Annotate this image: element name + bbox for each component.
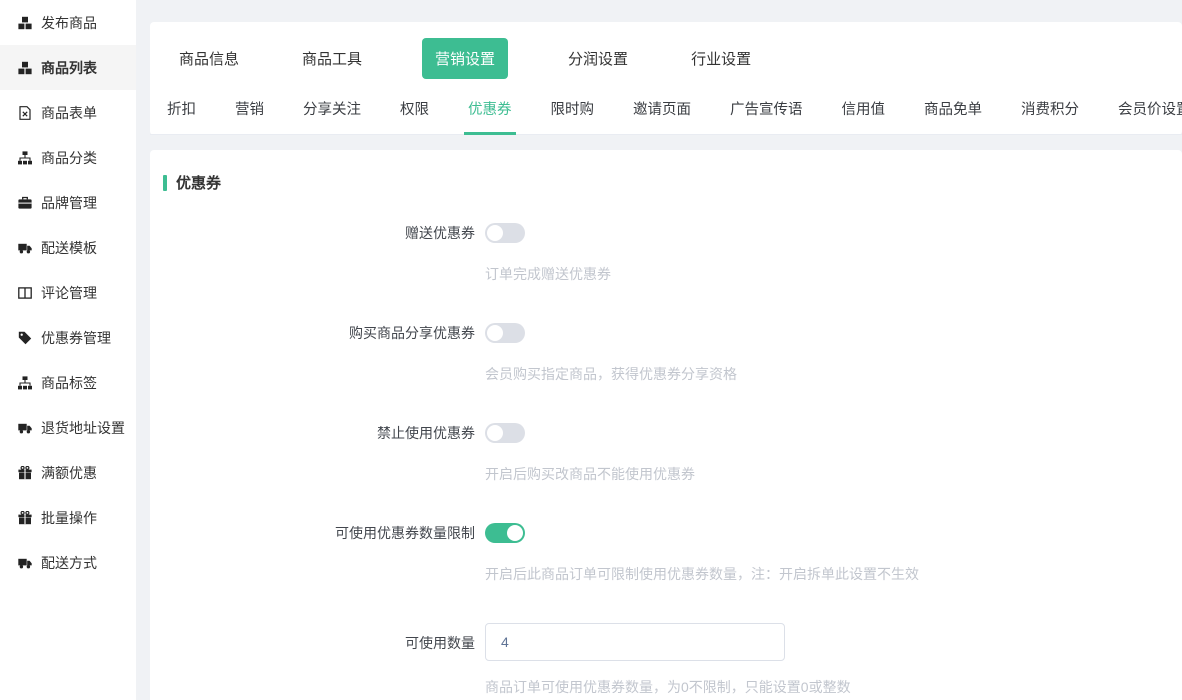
- field-helper-text: 订单完成赠送优惠券: [485, 265, 611, 283]
- subtab-free-order[interactable]: 商品免单: [920, 92, 986, 135]
- form-row-share-coupon: 购买商品分享优惠券 会员购买指定商品，获得优惠券分享资格: [163, 323, 1182, 383]
- subtab-consume-points[interactable]: 消费积分: [1017, 92, 1083, 135]
- field-helper-text: 开启后此商品订单可限制使用优惠券数量，注：开启拆单此设置不生效: [485, 565, 919, 583]
- file-excel-icon: [17, 105, 32, 120]
- form-row-usable-count: 可使用数量 商品订单可使用优惠券数量，为0不限制，只能设置0或整数 注：开启拆单…: [163, 623, 1182, 700]
- subtab-ad-slogan[interactable]: 广告宣传语: [726, 92, 807, 135]
- subtab-flash-sale[interactable]: 限时购: [547, 92, 599, 135]
- sidebar-item-product-list[interactable]: 商品列表: [0, 45, 136, 90]
- sidebar-item-product-category[interactable]: 商品分类: [0, 135, 136, 180]
- sidebar-item-label: 优惠券管理: [41, 328, 111, 348]
- sidebar-item-label: 配送模板: [41, 238, 97, 258]
- cubes-icon: [17, 60, 32, 75]
- tab-profit-settings[interactable]: 分润设置: [565, 48, 631, 69]
- sidebar-item-label: 商品表单: [41, 103, 97, 123]
- sidebar-item-label: 满额优惠: [41, 463, 97, 483]
- sidebar-item-brand-management[interactable]: 品牌管理: [0, 180, 136, 225]
- field-helper-text: 商品订单可使用优惠券数量，为0不限制，只能设置0或整数: [485, 678, 851, 696]
- sidebar: 发布商品 商品列表 商品表单 商品分类 品牌管理 配送模板 评论管理 优惠券管理…: [0, 0, 136, 700]
- sidebar-item-label: 发布商品: [41, 13, 97, 33]
- gift-coupon-toggle[interactable]: [485, 223, 525, 243]
- subtab-permissions[interactable]: 权限: [396, 92, 433, 135]
- field-label: 可使用优惠券数量限制: [163, 523, 475, 583]
- field-helper-text: 会员购买指定商品，获得优惠券分享资格: [485, 365, 737, 383]
- sitemap-icon: [17, 150, 32, 165]
- primary-tab-bar: 商品信息 商品工具 营销设置 分润设置 行业设置: [150, 38, 1182, 79]
- truck-icon: [17, 240, 32, 255]
- sidebar-item-label: 商品列表: [41, 58, 97, 78]
- gift-icon: [17, 465, 32, 480]
- tab-marketing-settings[interactable]: 营销设置: [422, 38, 508, 79]
- sidebar-item-shipping-method[interactable]: 配送方式: [0, 540, 136, 585]
- truck-icon: [17, 420, 32, 435]
- tab-product-info[interactable]: 商品信息: [176, 48, 242, 69]
- toggle-knob: [507, 525, 523, 541]
- sidebar-item-label: 评论管理: [41, 283, 97, 303]
- field-helper-text: 开启后购买改商品不能使用优惠券: [485, 465, 695, 483]
- subtab-marketing[interactable]: 营销: [231, 92, 268, 135]
- sidebar-item-label: 退货地址设置: [41, 418, 125, 438]
- sidebar-item-batch-operations[interactable]: 批量操作: [0, 495, 136, 540]
- sidebar-item-review-management[interactable]: 评论管理: [0, 270, 136, 315]
- tabs-card: 商品信息 商品工具 营销设置 分润设置 行业设置 折扣 营销 分享关注 权限 优…: [150, 22, 1182, 135]
- subtab-member-price[interactable]: 会员价设置: [1114, 92, 1182, 135]
- share-coupon-toggle[interactable]: [485, 323, 525, 343]
- sidebar-item-label: 商品分类: [41, 148, 97, 168]
- section-title-text: 优惠券: [176, 172, 221, 193]
- subtab-discount[interactable]: 折扣: [163, 92, 200, 135]
- section-accent-bar: [163, 175, 167, 191]
- coupon-settings-card: 优惠券 赠送优惠券 订单完成赠送优惠券 购买商品分享优惠券 会员购买指定商品，获…: [150, 150, 1182, 700]
- sidebar-item-label: 配送方式: [41, 553, 97, 573]
- section-title: 优惠券: [163, 172, 1182, 193]
- gift-icon: [17, 510, 32, 525]
- form-row-coupon-limit: 可使用优惠券数量限制 开启后此商品订单可限制使用优惠券数量，注：开启拆单此设置不…: [163, 523, 1182, 583]
- main-content: 商品信息 商品工具 营销设置 分润设置 行业设置 折扣 营销 分享关注 权限 优…: [136, 22, 1182, 700]
- form-row-gift-coupon: 赠送优惠券 订单完成赠送优惠券: [163, 223, 1182, 283]
- sidebar-item-shipping-template[interactable]: 配送模板: [0, 225, 136, 270]
- sidebar-item-return-address-settings[interactable]: 退货地址设置: [0, 405, 136, 450]
- coupon-limit-toggle[interactable]: [485, 523, 525, 543]
- subtab-invite-page[interactable]: 邀请页面: [629, 92, 695, 135]
- field-label: 购买商品分享优惠券: [163, 323, 475, 383]
- secondary-tab-bar: 折扣 营销 分享关注 权限 优惠券 限时购 邀请页面 广告宣传语 信用值 商品免…: [150, 92, 1182, 135]
- form-row-forbid-coupon: 禁止使用优惠券 开启后购买改商品不能使用优惠券: [163, 423, 1182, 483]
- sidebar-item-product-tags[interactable]: 商品标签: [0, 360, 136, 405]
- sidebar-item-coupon-management[interactable]: 优惠券管理: [0, 315, 136, 360]
- field-label: 可使用数量: [163, 623, 475, 700]
- truck-icon: [17, 555, 32, 570]
- sidebar-item-full-amount-discount[interactable]: 满额优惠: [0, 450, 136, 495]
- sidebar-item-label: 品牌管理: [41, 193, 97, 213]
- sidebar-item-product-form[interactable]: 商品表单: [0, 90, 136, 135]
- sidebar-item-label: 商品标签: [41, 373, 97, 393]
- sidebar-item-label: 批量操作: [41, 508, 97, 528]
- toggle-knob: [487, 225, 503, 241]
- cubes-icon: [17, 15, 32, 30]
- tab-product-tools[interactable]: 商品工具: [299, 48, 365, 69]
- subtab-credit-value[interactable]: 信用值: [838, 92, 890, 135]
- usable-count-input[interactable]: [485, 623, 785, 661]
- sitemap-icon: [17, 375, 32, 390]
- columns-icon: [17, 285, 32, 300]
- tab-industry-settings[interactable]: 行业设置: [688, 48, 754, 69]
- forbid-coupon-toggle[interactable]: [485, 423, 525, 443]
- briefcase-icon: [17, 195, 32, 210]
- sidebar-item-publish-product[interactable]: 发布商品: [0, 0, 136, 45]
- subtab-coupon[interactable]: 优惠券: [464, 92, 516, 135]
- field-label: 赠送优惠券: [163, 223, 475, 283]
- toggle-knob: [487, 425, 503, 441]
- field-label: 禁止使用优惠券: [163, 423, 475, 483]
- subtab-share-follow[interactable]: 分享关注: [299, 92, 365, 135]
- toggle-knob: [487, 325, 503, 341]
- tag-icon: [17, 330, 32, 345]
